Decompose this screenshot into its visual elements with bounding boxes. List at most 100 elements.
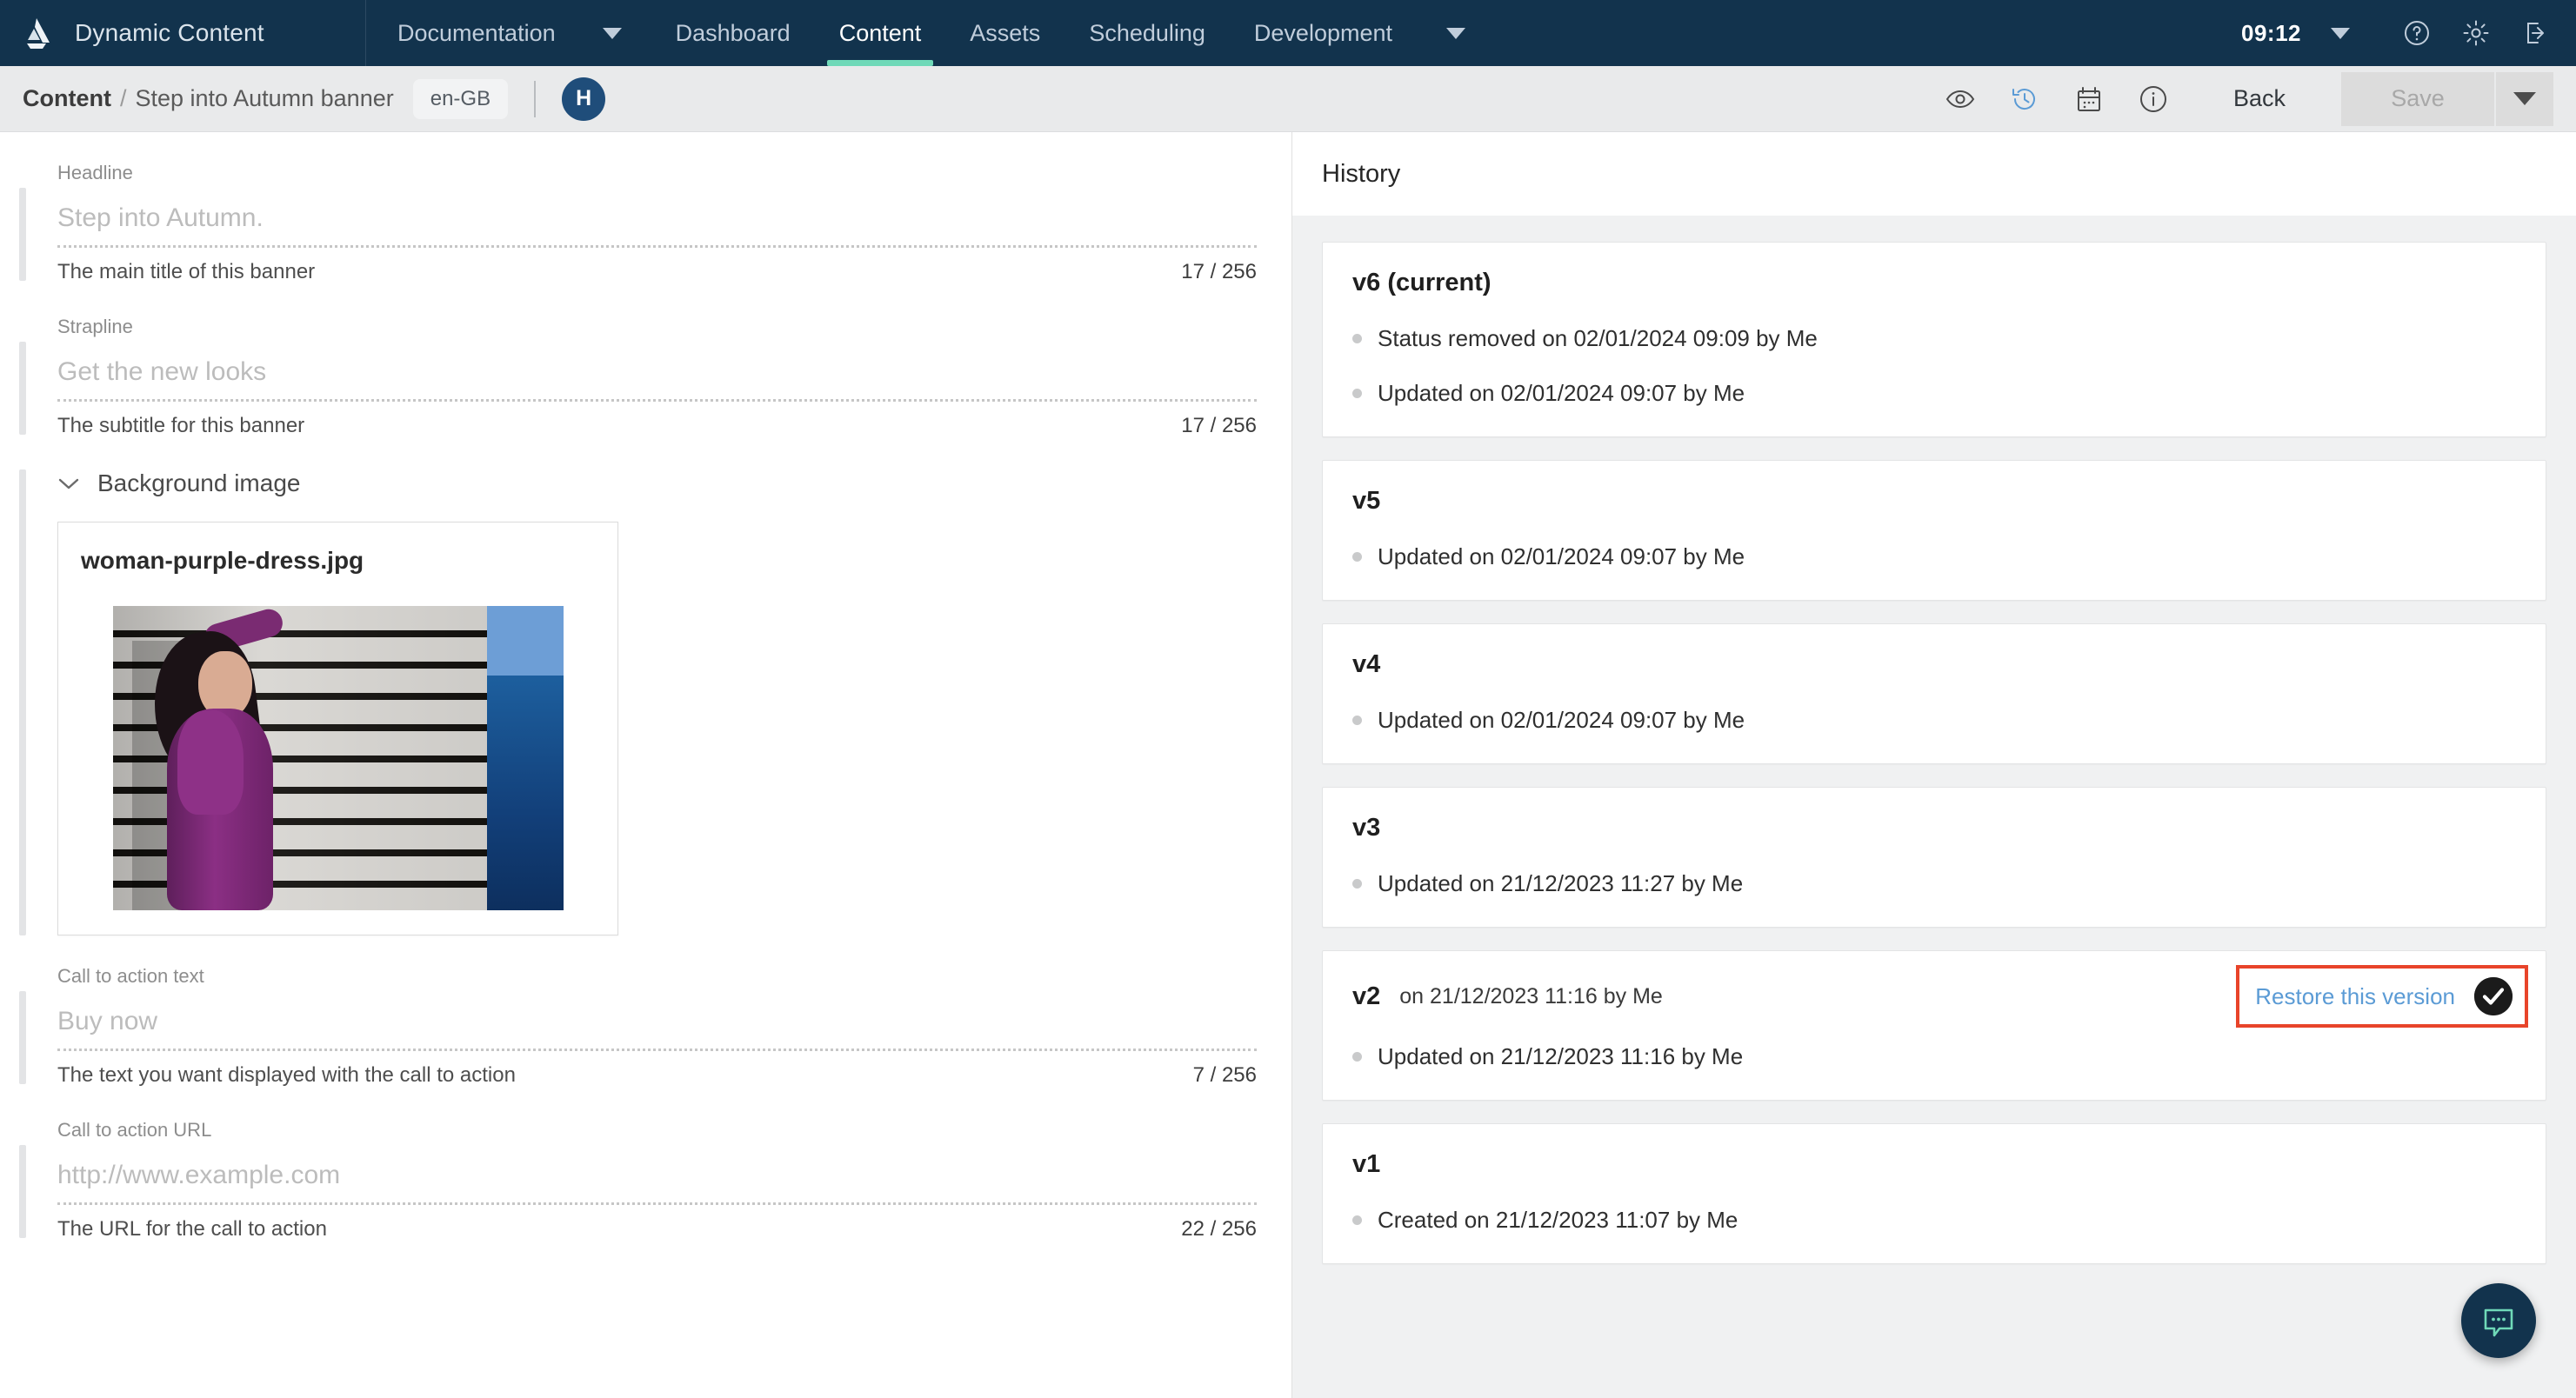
field-value: http://www.example.com	[57, 1161, 341, 1189]
entry-text: Updated on 02/01/2024 09:07 by Me	[1378, 380, 1745, 406]
chevron-down-icon	[57, 476, 80, 490]
nav-item-dashboard[interactable]: Dashboard	[651, 0, 815, 66]
cta-url-input[interactable]: http://www.example.com	[57, 1161, 1257, 1205]
breadcrumb-item-name: Step into Autumn banner	[135, 85, 394, 111]
field-value: Buy now	[57, 1007, 158, 1035]
restore-this-version-link[interactable]: Restore this version	[2255, 983, 2455, 1010]
hub-caret-button[interactable]	[573, 0, 651, 66]
version-label: v3	[1352, 814, 1381, 842]
history-version-card[interactable]: v6 (current) Status removed on 02/01/202…	[1322, 242, 2546, 437]
version-header: v1	[1352, 1150, 2516, 1179]
field-footer: The main title of this banner 17 / 256	[57, 248, 1257, 284]
background-image-section: Background image woman-purple-dress.jpg	[0, 469, 1291, 935]
breadcrumb-vertical-divider	[534, 80, 537, 117]
version-label: v2	[1352, 982, 1381, 1010]
clock-caret-button[interactable]	[2301, 0, 2379, 66]
bullet-icon	[1352, 1215, 1362, 1225]
history-title: History	[1322, 159, 1401, 188]
cta-text-input[interactable]: Buy now	[57, 1007, 1257, 1051]
eye-icon[interactable]	[1945, 83, 1976, 115]
field-value: Get the new looks	[57, 357, 267, 386]
body-split: Headline Step into Autumn. The main titl…	[0, 132, 2576, 1398]
chevron-down-icon	[1446, 27, 1466, 39]
calendar-icon[interactable]	[2073, 83, 2105, 115]
history-version-card[interactable]: v3 Updated on 21/12/2023 11:27 by Me	[1322, 787, 2546, 928]
field-footer: The URL for the call to action 22 / 256	[57, 1205, 1257, 1242]
save-dropdown-button[interactable]	[2496, 71, 2553, 126]
asset-card[interactable]: woman-purple-dress.jpg	[57, 522, 618, 935]
development-caret-button[interactable]	[1417, 0, 1495, 66]
nav-item-development[interactable]: Development	[1230, 0, 1417, 66]
amplience-logo-icon	[19, 15, 56, 51]
version-header: v3	[1352, 814, 2516, 842]
field-char-count: 17 / 256	[1181, 260, 1257, 283]
background-image-toggle[interactable]: Background image	[57, 469, 1257, 497]
breadcrumb-root[interactable]: Content	[23, 85, 111, 112]
content-form-pane: Headline Step into Autumn. The main titl…	[0, 132, 1292, 1398]
entry-text: Updated on 21/12/2023 11:16 by Me	[1378, 1043, 1744, 1069]
field-cta-text: Call to action text Buy now The text you…	[0, 965, 1291, 1088]
history-pane: History v6 (current) Status removed on 0…	[1292, 132, 2576, 1398]
field-footer: The subtitle for this banner 17 / 256	[57, 402, 1257, 438]
field-label: Call to action text	[57, 965, 204, 987]
headline-input[interactable]: Step into Autumn.	[57, 203, 1257, 248]
nav-items: Documentation Dashboard Content Assets S…	[366, 0, 1495, 66]
history-version-card[interactable]: v4 Updated on 02/01/2024 09:07 by Me	[1322, 623, 2546, 764]
thumbnail-sea	[486, 676, 564, 910]
history-entry: Updated on 02/01/2024 09:07 by Me	[1352, 380, 2516, 407]
field-char-count: 7 / 256	[1192, 1063, 1257, 1087]
field-label: Call to action URL	[57, 1119, 212, 1141]
nav-item-content[interactable]: Content	[815, 0, 946, 66]
bullet-icon	[1352, 334, 1362, 343]
field-help-text: The text you want displayed with the cal…	[57, 1063, 516, 1087]
entry-text: Created on 21/12/2023 11:07 by Me	[1378, 1207, 1738, 1233]
field-headline: Headline Step into Autumn. The main titl…	[0, 162, 1291, 284]
asset-thumbnail-wrap	[81, 606, 595, 910]
history-version-card[interactable]: v5 Updated on 02/01/2024 09:07 by Me	[1322, 460, 2546, 601]
asset-filename: woman-purple-dress.jpg	[81, 547, 364, 574]
hub-selector[interactable]: Documentation	[366, 0, 573, 66]
help-circle-icon[interactable]	[2402, 18, 2432, 48]
version-label: v5	[1352, 487, 1381, 515]
history-entry: Status removed on 02/01/2024 09:09 by Me	[1352, 325, 2516, 352]
entry-text: Status removed on 02/01/2024 09:09 by Me	[1378, 325, 1818, 351]
history-version-card[interactable]: v1 Created on 21/12/2023 11:07 by Me	[1322, 1123, 2546, 1264]
entry-text: Updated on 02/01/2024 09:07 by Me	[1378, 707, 1745, 733]
version-header: v4	[1352, 650, 2516, 679]
avatar[interactable]: H	[562, 77, 606, 121]
version-header: v6 (current)	[1352, 269, 2516, 297]
history-version-card-selected[interactable]: v2 on 21/12/2023 11:16 by Me Restore thi…	[1322, 950, 2546, 1101]
thumbnail-dress-highlight	[177, 710, 244, 815]
history-entry: Created on 21/12/2023 11:07 by Me	[1352, 1207, 2516, 1234]
history-list[interactable]: v6 (current) Status removed on 02/01/202…	[1292, 216, 2576, 1398]
field-help-text: The URL for the call to action	[57, 1217, 327, 1241]
thumbnail-sky	[486, 606, 564, 676]
entry-text: Updated on 02/01/2024 09:07 by Me	[1378, 543, 1745, 569]
history-clock-icon[interactable]	[2009, 83, 2040, 115]
logout-icon[interactable]	[2520, 18, 2550, 48]
chevron-down-icon	[2513, 92, 2536, 105]
chevron-down-icon	[2331, 27, 2350, 39]
version-label: v4	[1352, 650, 1381, 678]
brand-area[interactable]: Dynamic Content	[0, 0, 365, 66]
breadcrumb-bar: Content / Step into Autumn banner en-GB …	[0, 66, 2576, 132]
nav-item-scheduling[interactable]: Scheduling	[1064, 0, 1230, 66]
strapline-input[interactable]: Get the new looks	[57, 357, 1257, 402]
info-circle-icon[interactable]	[2138, 83, 2169, 115]
version-header: v5	[1352, 487, 2516, 516]
save-button[interactable]: Save	[2341, 71, 2494, 126]
locale-badge[interactable]: en-GB	[412, 78, 509, 119]
section-title: Background image	[97, 469, 301, 496]
check-circle-icon[interactable]	[2474, 977, 2513, 1015]
version-label: v6 (current)	[1352, 269, 1492, 296]
back-button[interactable]: Back	[2233, 85, 2286, 112]
gear-icon[interactable]	[2461, 18, 2491, 48]
history-entry: Updated on 02/01/2024 09:07 by Me	[1352, 707, 2516, 734]
nav-item-assets[interactable]: Assets	[945, 0, 1064, 66]
field-label: Strapline	[57, 316, 133, 337]
field-cta-url: Call to action URL http://www.example.co…	[0, 1119, 1291, 1242]
field-help-text: The subtitle for this banner	[57, 414, 305, 437]
chat-bubble-icon[interactable]	[2461, 1283, 2536, 1358]
field-char-count: 17 / 256	[1181, 414, 1257, 437]
save-button-group: Save	[2341, 71, 2553, 126]
